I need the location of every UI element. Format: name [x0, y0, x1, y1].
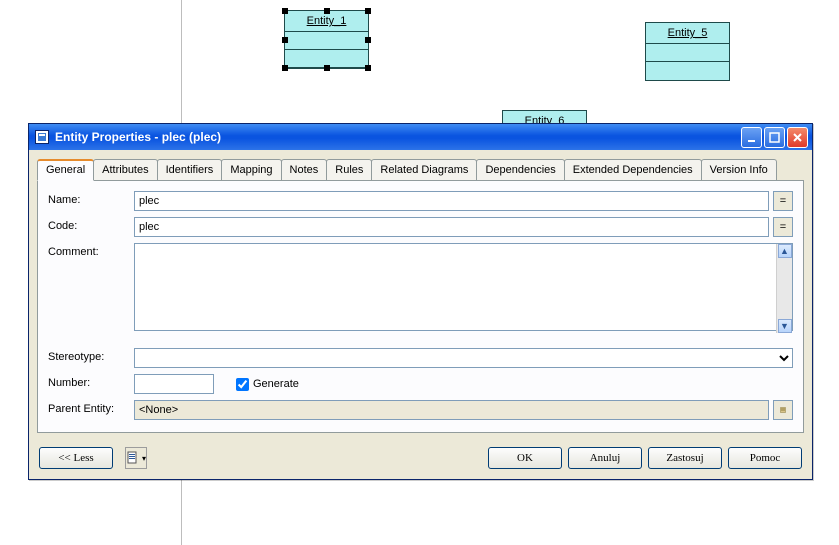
generate-checkbox-label[interactable]: Generate	[236, 378, 299, 391]
resize-handle[interactable]	[365, 37, 371, 43]
tab-extended-dependencies[interactable]: Extended Dependencies	[564, 159, 702, 181]
dialog-footer: << Less ▾ OK Anuluj Zastosuj Pomoc	[29, 441, 812, 479]
entity-box-5[interactable]: Entity_5	[645, 22, 730, 81]
apply-button[interactable]: Zastosuj	[648, 447, 722, 469]
properties-icon	[780, 404, 786, 416]
entity-section	[646, 62, 729, 80]
label-name: Name:	[48, 191, 134, 206]
resize-handle[interactable]	[365, 8, 371, 14]
generate-label-text: Generate	[253, 378, 299, 390]
tab-identifiers[interactable]: Identifiers	[157, 159, 223, 181]
cancel-button[interactable]: Anuluj	[568, 447, 642, 469]
comment-scrollbar[interactable]: ▲ ▼	[776, 244, 792, 333]
name-input[interactable]	[134, 191, 769, 211]
entity-section	[285, 32, 368, 50]
tab-dependencies[interactable]: Dependencies	[476, 159, 564, 181]
resize-handle[interactable]	[365, 65, 371, 71]
label-stereotype: Stereotype:	[48, 348, 134, 363]
comment-textarea[interactable]	[134, 243, 793, 331]
entity-box-1[interactable]: Entity_1	[284, 10, 369, 69]
stereotype-select[interactable]	[134, 348, 793, 368]
label-number: Number:	[48, 374, 134, 389]
resize-handle[interactable]	[282, 65, 288, 71]
generate-checkbox[interactable]	[236, 378, 249, 391]
name-sync-button[interactable]: =	[773, 191, 793, 211]
resize-handle[interactable]	[282, 37, 288, 43]
dialog-sysicon	[35, 130, 49, 144]
resize-handle[interactable]	[324, 8, 330, 14]
number-input[interactable]	[134, 374, 214, 394]
entity-section	[646, 44, 729, 62]
parent-entity-field[interactable]: <None>	[134, 400, 769, 420]
code-sync-button[interactable]: =	[773, 217, 793, 237]
tab-version-info[interactable]: Version Info	[701, 159, 777, 181]
tab-attributes[interactable]: Attributes	[93, 159, 157, 181]
close-button[interactable]	[787, 127, 808, 148]
code-input[interactable]	[134, 217, 769, 237]
tab-mapping[interactable]: Mapping	[221, 159, 281, 181]
tab-panel-general: Name: = Code: = Comment: ▲ ▼	[37, 180, 804, 433]
entity-title: Entity_5	[646, 23, 729, 44]
maximize-button[interactable]	[764, 127, 785, 148]
dialog-title: Entity Properties - plec (plec)	[55, 130, 221, 144]
document-icon	[126, 451, 140, 465]
label-code: Code:	[48, 217, 134, 232]
dialog-tabs: General Attributes Identifiers Mapping N…	[29, 150, 812, 180]
menu-dropdown-button[interactable]: ▾	[125, 447, 147, 469]
minimize-button[interactable]	[741, 127, 762, 148]
tab-related-diagrams[interactable]: Related Diagrams	[371, 159, 477, 181]
less-button[interactable]: << Less	[39, 447, 113, 469]
resize-handle[interactable]	[282, 8, 288, 14]
scroll-up-icon[interactable]: ▲	[778, 244, 792, 258]
dropdown-arrow-icon: ▾	[142, 454, 146, 463]
scroll-down-icon[interactable]: ▼	[778, 319, 792, 333]
resize-handle[interactable]	[324, 65, 330, 71]
label-parent-entity: Parent Entity:	[48, 400, 134, 415]
tab-notes[interactable]: Notes	[281, 159, 328, 181]
label-comment: Comment:	[48, 243, 134, 258]
parent-entity-browse-button[interactable]	[773, 400, 793, 420]
entity-properties-dialog: Entity Properties - plec (plec) General …	[28, 123, 813, 480]
entity-title: Entity_1	[285, 11, 368, 32]
tab-general[interactable]: General	[37, 159, 94, 181]
dialog-titlebar[interactable]: Entity Properties - plec (plec)	[29, 124, 812, 150]
ok-button[interactable]: OK	[488, 447, 562, 469]
help-button[interactable]: Pomoc	[728, 447, 802, 469]
tab-rules[interactable]: Rules	[326, 159, 372, 181]
